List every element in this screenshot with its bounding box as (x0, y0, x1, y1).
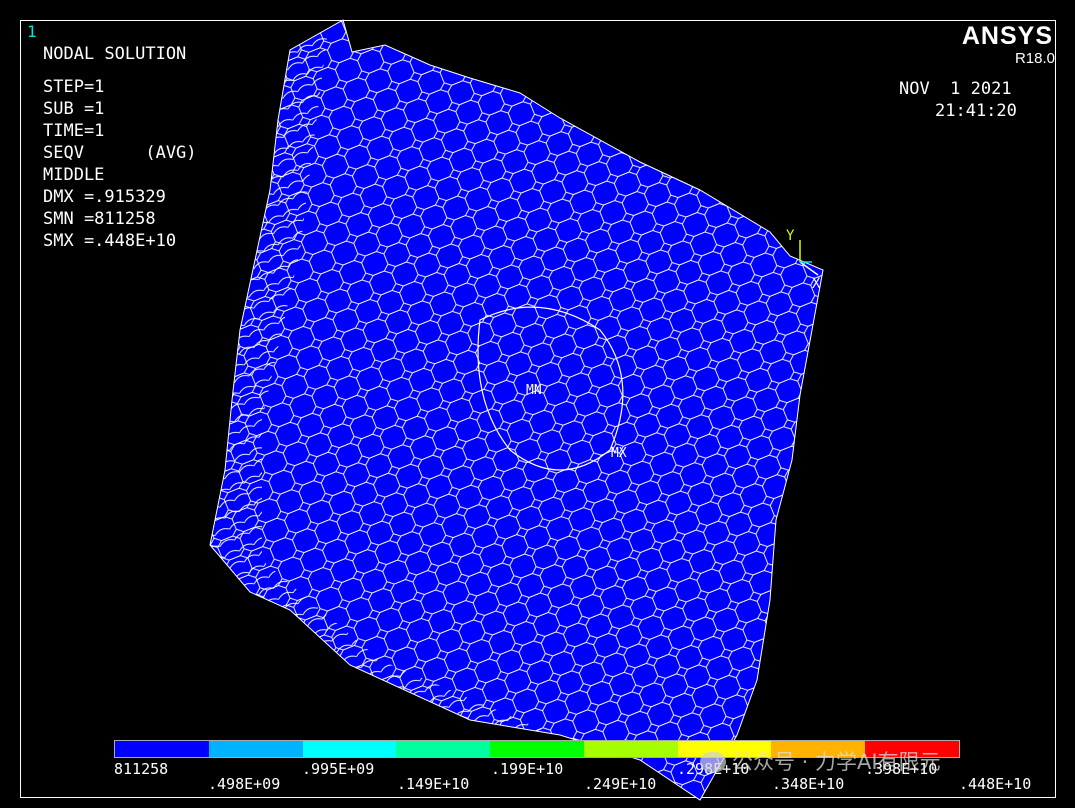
legend-label-0: 811258 (114, 760, 169, 778)
legend-swatch-0 (115, 741, 209, 757)
legend-label-3: .149E+10 (397, 775, 470, 793)
legend-swatch-1 (208, 741, 303, 757)
watermark-text: 公众号 · 力学AI有限元 (732, 750, 941, 774)
legend-label-9: .448E+10 (959, 775, 1032, 793)
fe-mesh-plot[interactable]: MN MX Y X (0, 0, 1075, 808)
triad-x-label: X (812, 276, 821, 292)
watermark: 公众号 · 力学AI有限元 (700, 746, 941, 776)
legend-label-4: .199E+10 (491, 760, 564, 778)
legend-label-2: .995E+09 (302, 760, 375, 778)
triad-y-label: Y (786, 228, 795, 244)
ansys-graphics-window[interactable]: { "window": {"number": "1"}, "logo": {"n… (0, 0, 1075, 808)
wechat-icon (700, 752, 726, 772)
min-marker: MN (526, 383, 542, 398)
legend-swatch-3 (396, 741, 491, 757)
legend-label-7: .348E+10 (772, 775, 845, 793)
legend-swatch-4 (490, 741, 584, 757)
legend-label-1: .498E+09 (208, 775, 281, 793)
legend-swatch-2 (302, 741, 397, 757)
legend-label-5: .249E+10 (584, 775, 657, 793)
legend-swatch-5 (583, 741, 678, 757)
max-marker: MX (611, 446, 627, 461)
